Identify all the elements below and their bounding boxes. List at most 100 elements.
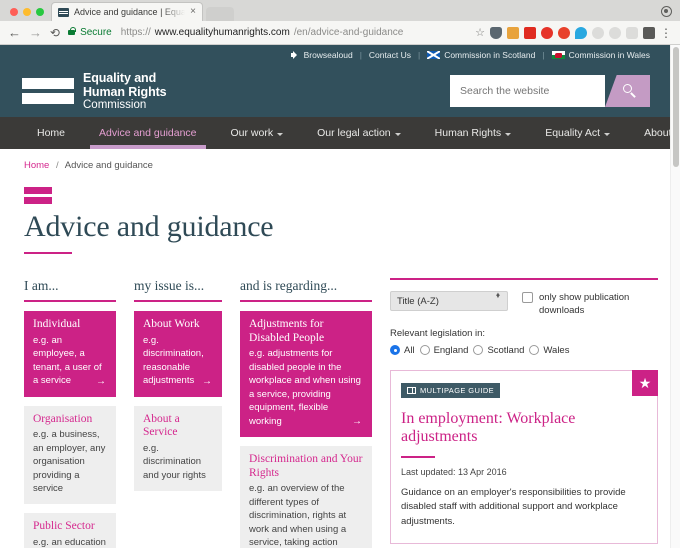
column-heading-and-is-regarding: and is regarding... [240,278,372,302]
extension-circle-icon[interactable] [558,26,570,39]
tab-title: Advice and guidance | Equality [74,7,186,17]
breadcrumb: Home / Advice and guidance [22,149,658,171]
logo-line-2: Human Rights [83,84,167,99]
radio-england-input[interactable] [419,345,430,356]
nav-item-human-rights[interactable]: Human Rights [418,117,529,149]
arrow-right-icon: → [96,375,106,387]
card-title: About a Service [143,412,180,439]
browser-menu-icon[interactable]: ⋮ [660,27,672,39]
nav-item-home[interactable]: Home [20,117,82,149]
radio-wales-label: Wales [543,344,570,356]
downloads-filter[interactable]: only show publication downloads [522,291,658,318]
brand-mark-icon [24,187,658,204]
reload-icon[interactable]: ⟳ [50,26,60,40]
legislation-radio-group: All England Scotland Wales [390,345,658,356]
chevron-down-icon [277,132,284,136]
site-search [450,75,650,107]
card-individual[interactable]: Individual e.g. an employee, a tenant, a… [24,311,116,397]
card-about-a-service[interactable]: About a Service e.g. discrimination and … [134,405,222,492]
extension-droplet-icon[interactable] [575,26,587,39]
extension-grey-a-icon[interactable] [592,26,604,39]
logo-mark-icon [22,78,74,104]
logo-line-3: Commission [83,98,147,111]
picker-column-i-am: I am... Individual e.g. an employee, a t… [22,278,132,548]
radio-option-wales[interactable]: Wales [529,345,569,356]
utility-separator-3: | [542,50,545,60]
logo-text: Equality and Human Rights Commission [83,71,167,112]
utility-separator-2: | [417,50,421,60]
results-top-rule [390,278,658,280]
browser-tab[interactable]: Advice and guidance | Equality × [51,2,203,21]
contact-us-link[interactable]: Contact Us [369,50,411,60]
url-path: /en/advice-and-guidance [293,27,404,38]
url-input[interactable]: Secure https://www.equalityhumanrights.c… [68,27,467,38]
radio-scotland-input[interactable] [473,345,484,356]
search-submit-button[interactable] [605,75,650,107]
search-input[interactable] [450,75,605,107]
radio-all-input[interactable] [390,345,400,356]
extension-redlist-icon[interactable] [524,26,536,39]
wales-flag-icon [551,51,565,59]
featured-star-badge[interactable]: ★ [632,369,658,396]
url-host: www.equalityhumanrights.com [154,27,290,38]
extension-shield-icon[interactable] [490,26,502,39]
back-button[interactable]: ← [8,26,21,39]
radio-option-all[interactable]: All [390,345,415,356]
picker-column-my-issue: my issue is... About Work e.g. discrimin… [132,278,238,548]
search-icon [623,84,632,93]
book-icon [407,386,416,394]
sort-select-value: Title (A-Z) [397,295,439,307]
commission-scotland-label: Commission in Scotland [444,50,536,60]
bookmark-star-icon[interactable]: ☆ [475,26,485,39]
result-title-link[interactable]: In employment: Workplace adjustments [401,410,645,447]
breadcrumb-home-link[interactable]: Home [24,160,49,171]
browsealoud-link[interactable]: Browsealoud [290,50,353,60]
nav-item-our-work[interactable]: Our work [214,117,301,149]
card-discrimination-and-your-rights[interactable]: Discrimination and Your Rights e.g. an o… [240,446,372,548]
result-card[interactable]: MULTIPAGE GUIDE ★ In employment: Workpla… [390,369,658,544]
nav-item-our-legal-action[interactable]: Our legal action [300,117,418,149]
chevron-down-icon [604,132,611,136]
scrollbar-thumb[interactable] [673,47,679,167]
radio-option-england[interactable]: England [419,345,468,356]
column-heading-i-am: I am... [24,278,116,302]
extension-camera-icon[interactable] [643,26,655,39]
extension-opera-icon[interactable] [541,26,553,39]
sort-select[interactable]: Title (A-Z) ▲ ▼ [390,291,508,311]
commission-wales-link[interactable]: Commission in Wales [551,50,650,60]
commission-wales-label: Commission in Wales [568,50,650,60]
profile-avatar-icon[interactable] [661,6,672,17]
site-logo[interactable]: Equality and Human Rights Commission [22,71,167,112]
downloads-checkbox-label: only show publication downloads [539,292,630,317]
commission-scotland-link[interactable]: Commission in Scotland [427,50,535,60]
nav-label-our-legal-action: Our legal action [317,127,391,139]
maximize-window-button[interactable] [36,8,44,16]
page-scrollbar[interactable] [670,45,680,548]
page-title: Advice and guidance [24,210,274,243]
extension-tag-icon[interactable] [507,26,519,39]
card-title: Discrimination and Your Rights [249,453,363,479]
radio-wales-input[interactable] [529,345,540,356]
card-public-sector[interactable]: Public Sector e.g. an education or socia… [24,513,116,548]
card-organisation[interactable]: Organisation e.g. a business, an employe… [24,405,116,505]
radio-option-scotland[interactable]: Scotland [473,345,524,356]
extension-grey-b-icon[interactable] [609,26,621,39]
nav-item-equality-act[interactable]: Equality Act [528,117,627,149]
close-tab-icon[interactable]: × [190,7,196,17]
title-underline [24,251,72,254]
chevron-down-icon [394,132,401,136]
page-viewport: Browsealoud | Contact Us | Commission in… [0,45,680,548]
arrow-right-icon: → [352,416,362,428]
card-about-work[interactable]: About Work e.g. discrimination, reasonab… [134,311,222,397]
downloads-checkbox[interactable] [522,292,533,303]
extension-grey-c-icon[interactable] [626,26,638,39]
nav-label-our-work: Our work [230,127,274,139]
star-icon: ★ [638,374,652,391]
nav-item-advice-and-guidance[interactable]: Advice and guidance [82,117,214,149]
minimize-window-button[interactable] [23,8,31,16]
favicon-icon [58,7,69,17]
card-adjustments-for-disabled-people[interactable]: Adjustments for Disabled People e.g. adj… [240,311,372,438]
new-tab-button[interactable] [206,7,234,21]
close-window-button[interactable] [10,8,18,16]
forward-button[interactable]: → [29,26,42,39]
